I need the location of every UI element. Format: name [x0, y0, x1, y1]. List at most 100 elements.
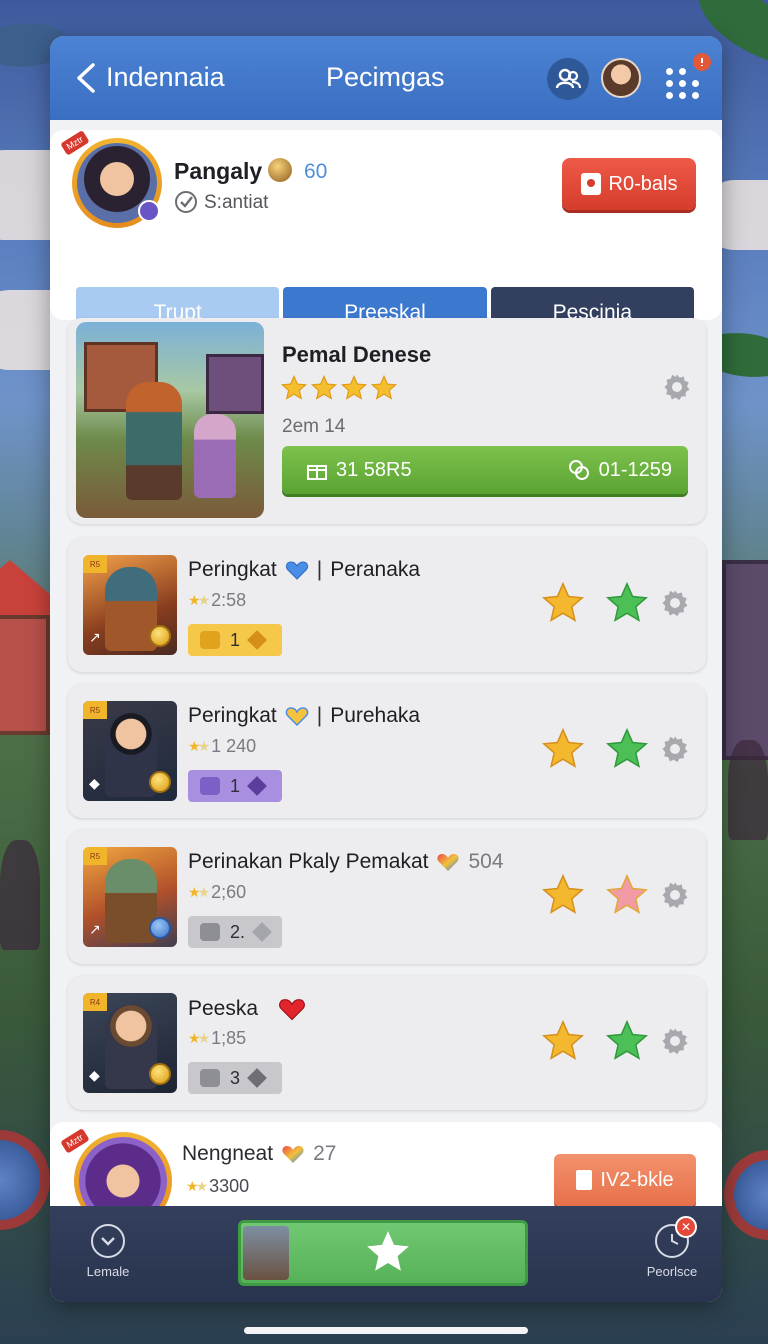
- menu-dot: [666, 80, 673, 87]
- friends-button[interactable]: [547, 58, 589, 100]
- row-star-pair: [540, 580, 650, 626]
- nav-left-button[interactable]: Lemale: [80, 1224, 136, 1279]
- gem-icon: [149, 917, 171, 939]
- multicolor-heart-icon: [282, 1146, 304, 1163]
- row-star-pair: [540, 726, 650, 772]
- list-item[interactable]: R5 ↗ Peringkat | Peranaka ★★ 2:58 1: [68, 538, 706, 672]
- app-brand: Indennaia: [106, 62, 225, 92]
- back-button[interactable]: [66, 58, 106, 98]
- house-decoration: [722, 560, 768, 760]
- nav-right-button[interactable]: ✕ Peorlsce: [640, 1216, 704, 1279]
- status-dot: [138, 200, 160, 222]
- gold-heart-icon: [285, 707, 309, 727]
- row-score: ★★ 2;60: [188, 882, 246, 903]
- row-star-pair: [540, 872, 650, 918]
- chevron-left-icon: [77, 63, 95, 93]
- rank-tag: R5: [83, 847, 107, 865]
- player-title: Nengneat 27: [182, 1142, 336, 1166]
- player-count: 27: [313, 1142, 337, 1165]
- corner-icon: ◆: [89, 1067, 100, 1083]
- diamond-icon: [252, 922, 272, 942]
- player-status: S:antiat: [204, 192, 269, 213]
- gear-icon[interactable]: [662, 372, 692, 402]
- coin-icon: [149, 1063, 171, 1085]
- gear-icon[interactable]: [660, 880, 690, 910]
- coin-icon: [149, 625, 171, 647]
- mini-stars-icon: ★★: [188, 592, 210, 608]
- star-icon: [310, 374, 338, 400]
- mini-stars-icon: ★★: [188, 1030, 210, 1046]
- pink-star-icon[interactable]: [604, 872, 650, 918]
- row-score: ★★ 2:58: [188, 590, 246, 611]
- list-item[interactable]: R5 ↗ Perinakan Pkaly Pemakat 504 ★★ 2;60…: [68, 830, 706, 964]
- mini-stars-icon: ★★: [186, 1178, 208, 1194]
- gear-icon[interactable]: [660, 734, 690, 764]
- hero-thumbnail: R5 ↗: [83, 847, 177, 947]
- row-title: Perinakan Pkaly Pemakat 504: [188, 850, 504, 874]
- shield-decoration: [724, 1150, 768, 1240]
- row-score: ★★ 1 240: [188, 736, 256, 757]
- green-star-icon[interactable]: [604, 580, 650, 626]
- row-title: Peringkat | Peranaka: [188, 558, 420, 582]
- player-score: ★★ 3300: [186, 1176, 249, 1197]
- nav-center-button[interactable]: [238, 1220, 528, 1286]
- row-pill-value: 1: [230, 629, 241, 650]
- gear-icon[interactable]: [660, 1026, 690, 1056]
- page-title: Pecimgas: [326, 62, 445, 92]
- featured-reward-left: 31 58R5: [306, 459, 412, 482]
- mini-stars-icon: ★★: [188, 738, 210, 754]
- gear-icon[interactable]: [660, 588, 690, 618]
- green-star-icon[interactable]: [604, 726, 650, 772]
- shield-decoration: [0, 1130, 50, 1230]
- profile-card: Mztr Pangaly 60 S:antiat R0-bals Trupt P…: [50, 130, 722, 339]
- list-item[interactable]: R5 ◆ Peringkat | Purehaka ★★ 1 240 1: [68, 684, 706, 818]
- row-inventory-pill[interactable]: 1: [188, 624, 282, 656]
- app-window: Indennaia Pecimgas Mztr Pangaly 60 S:ant…: [50, 36, 722, 1302]
- row-separator: |: [316, 558, 323, 581]
- featured-reward-bar[interactable]: 31 58R5 01-1259: [282, 446, 688, 494]
- row-name: Peringkat: [188, 558, 277, 581]
- level-medal-icon: [268, 158, 292, 182]
- gift-icon: [307, 465, 327, 480]
- clock-icon: ✕: [655, 1216, 697, 1258]
- user-avatar[interactable]: [601, 58, 641, 98]
- nav-left-label: Lemale: [86, 1264, 130, 1279]
- row-name: Peringkat: [188, 704, 277, 727]
- menu-dot: [666, 92, 673, 99]
- row-inventory-pill[interactable]: 2.: [188, 916, 282, 948]
- star-icon: [367, 1231, 409, 1271]
- featured-card[interactable]: Pemal Denese 2em 14 31 58R5 01-1259: [68, 318, 706, 524]
- rank-tag: R5: [83, 701, 107, 719]
- hero-thumbnail: R5 ↗: [83, 555, 177, 655]
- row-secondary: Peranaka: [330, 558, 421, 581]
- row-title: Peringkat | Purehaka: [188, 704, 420, 728]
- gold-star-icon[interactable]: [540, 1018, 586, 1064]
- alert-icon: [701, 58, 703, 66]
- row-inventory-pill[interactable]: 1: [188, 770, 282, 802]
- peek-action-button[interactable]: IV2-bkle: [554, 1154, 696, 1206]
- menu-dot: [679, 68, 686, 75]
- green-star-icon[interactable]: [604, 1018, 650, 1064]
- gold-star-icon[interactable]: [540, 580, 586, 626]
- diamond-icon: [247, 776, 267, 796]
- row-pill-value: 1: [230, 775, 241, 796]
- list-item[interactable]: R4 ◆ Peeska ★★ 1;85 3: [68, 976, 706, 1110]
- row-score-value: 2;60: [211, 882, 247, 902]
- menu-dot: [679, 92, 686, 99]
- diamond-icon: [247, 630, 267, 650]
- row-inventory-pill[interactable]: 3: [188, 1062, 282, 1094]
- featured-rating: [280, 374, 398, 402]
- menu-dot: [679, 80, 686, 87]
- gold-star-icon[interactable]: [540, 872, 586, 918]
- row-separator: |: [316, 704, 323, 727]
- notification-badge: [693, 53, 711, 71]
- gold-star-icon[interactable]: [540, 726, 586, 772]
- check-circle-icon: [175, 191, 197, 213]
- row-score-value: 1 240: [211, 736, 257, 756]
- chevron-down-icon: [91, 1224, 125, 1258]
- corner-icon: ◆: [89, 775, 100, 791]
- rank-tag: R5: [83, 555, 107, 573]
- profile-action-button[interactable]: R0-bals: [562, 158, 696, 210]
- row-pill-value: 2.: [230, 921, 246, 942]
- home-indicator[interactable]: [244, 1327, 528, 1334]
